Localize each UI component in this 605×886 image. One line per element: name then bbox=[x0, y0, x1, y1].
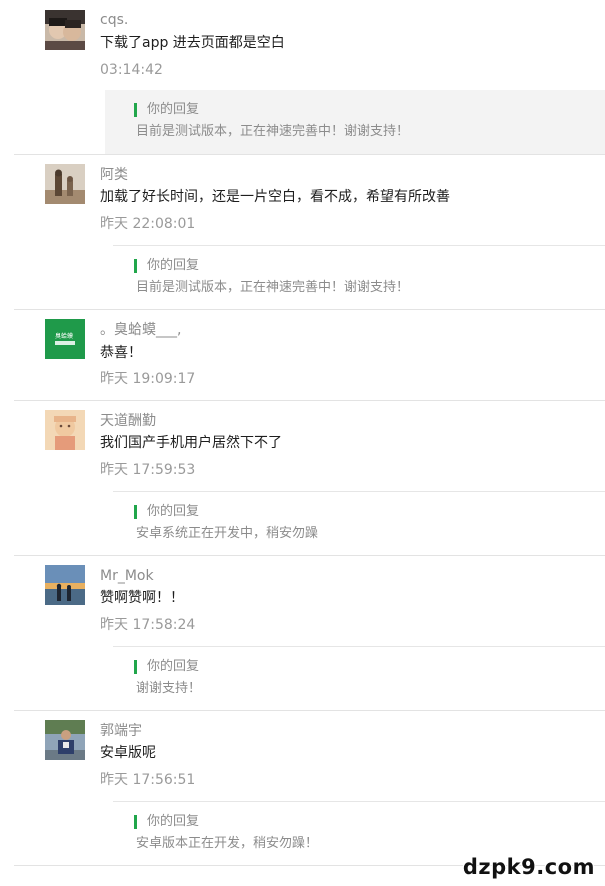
comment-time: 昨天 22:08:01 bbox=[100, 216, 196, 232]
reply-label: 你的回复 bbox=[147, 504, 200, 519]
comment-text: 恭喜！ bbox=[100, 345, 142, 361]
watermark: dzpk9.com bbox=[462, 855, 595, 879]
avatar[interactable]: 臭蛤蟆 bbox=[45, 319, 85, 359]
reply-accent-bar bbox=[134, 103, 137, 117]
comment-text: 我们国产手机用户居然下不了 bbox=[100, 435, 282, 451]
reply-box: 你的回复 谢谢支持！ bbox=[105, 647, 605, 707]
comment-time: 昨天 17:56:51 bbox=[100, 772, 196, 788]
comment-item: 天道酬勤 我们国产手机用户居然下不了 昨天 17:59:53 你的回复 安卓系统… bbox=[0, 401, 605, 556]
avatar[interactable] bbox=[45, 410, 85, 450]
reply-accent-bar bbox=[134, 815, 137, 829]
reply-label: 你的回复 bbox=[147, 814, 200, 829]
reply-label: 你的回复 bbox=[147, 258, 200, 273]
reply-box: 你的回复 安卓系统正在开发中，稍安勿躁 bbox=[105, 492, 605, 552]
avatar[interactable] bbox=[45, 720, 85, 760]
reply-text: 安卓版本正在开发，稍安勿躁！ bbox=[136, 836, 319, 851]
reply-box: 你的回复 安卓版本正在开发，稍安勿躁！ bbox=[105, 802, 605, 862]
reply-box: 你的回复 目前是测试版本，正在神速完善中！谢谢支持！ bbox=[105, 90, 605, 154]
avatar[interactable] bbox=[45, 164, 85, 204]
reply-text: 目前是测试版本，正在神速完善中！谢谢支持！ bbox=[136, 280, 410, 295]
comment-text: 加载了好长时间，还是一片空白，看不成，希望有所改善 bbox=[100, 189, 450, 205]
comment-text: 安卓版呢 bbox=[100, 745, 156, 761]
avatar-subtext bbox=[55, 341, 75, 345]
reply-accent-bar bbox=[134, 505, 137, 519]
avatar-text: 臭蛤蟆 bbox=[55, 333, 74, 340]
comment-item: 郭端宇 安卓版呢 昨天 17:56:51 你的回复 安卓版本正在开发，稍安勿躁！ bbox=[0, 711, 605, 866]
comment-time: 昨天 19:09:17 bbox=[100, 371, 196, 387]
comment-item: Mr_Mok 赞啊赞啊！！ 昨天 17:58:24 你的回复 谢谢支持！ bbox=[0, 556, 605, 711]
comment-text: 赞啊赞啊！！ bbox=[100, 590, 184, 606]
commenter-name[interactable]: cqs. bbox=[100, 11, 128, 29]
comment-item: 臭蛤蟆 。臭蛤蟆___, 恭喜！ 昨天 19:09:17 bbox=[0, 310, 605, 401]
reply-accent-bar bbox=[134, 259, 137, 273]
reply-text: 目前是测试版本，正在神速完善中！谢谢支持！ bbox=[136, 124, 410, 139]
reply-text: 谢谢支持！ bbox=[136, 681, 202, 696]
commenter-name[interactable]: Mr_Mok bbox=[100, 567, 154, 585]
reply-label: 你的回复 bbox=[147, 102, 200, 117]
comment-time: 03:14:42 bbox=[100, 62, 163, 78]
commenter-name[interactable]: 。臭蛤蟆___, bbox=[100, 321, 181, 339]
avatar[interactable] bbox=[45, 565, 85, 605]
commenter-name[interactable]: 天道酬勤 bbox=[100, 412, 156, 430]
commenter-name[interactable]: 阿类 bbox=[100, 166, 128, 184]
reply-accent-bar bbox=[134, 660, 137, 674]
avatar[interactable] bbox=[45, 10, 85, 50]
reply-text: 安卓系统正在开发中，稍安勿躁 bbox=[136, 526, 319, 541]
comment-text: 下载了app 进去页面都是空白 bbox=[100, 35, 285, 51]
comment-item: 阿类 加载了好长时间，还是一片空白，看不成，希望有所改善 昨天 22:08:01… bbox=[0, 155, 605, 310]
commenter-name[interactable]: 郭端宇 bbox=[100, 722, 142, 740]
comment-time: 昨天 17:59:53 bbox=[100, 462, 196, 478]
comment-item: cqs. 下载了app 进去页面都是空白 03:14:42 你的回复 目前是测试… bbox=[0, 0, 605, 155]
reply-box: 你的回复 目前是测试版本，正在神速完善中！谢谢支持！ bbox=[105, 246, 605, 306]
reply-label: 你的回复 bbox=[147, 659, 200, 674]
comment-time: 昨天 17:58:24 bbox=[100, 617, 196, 633]
